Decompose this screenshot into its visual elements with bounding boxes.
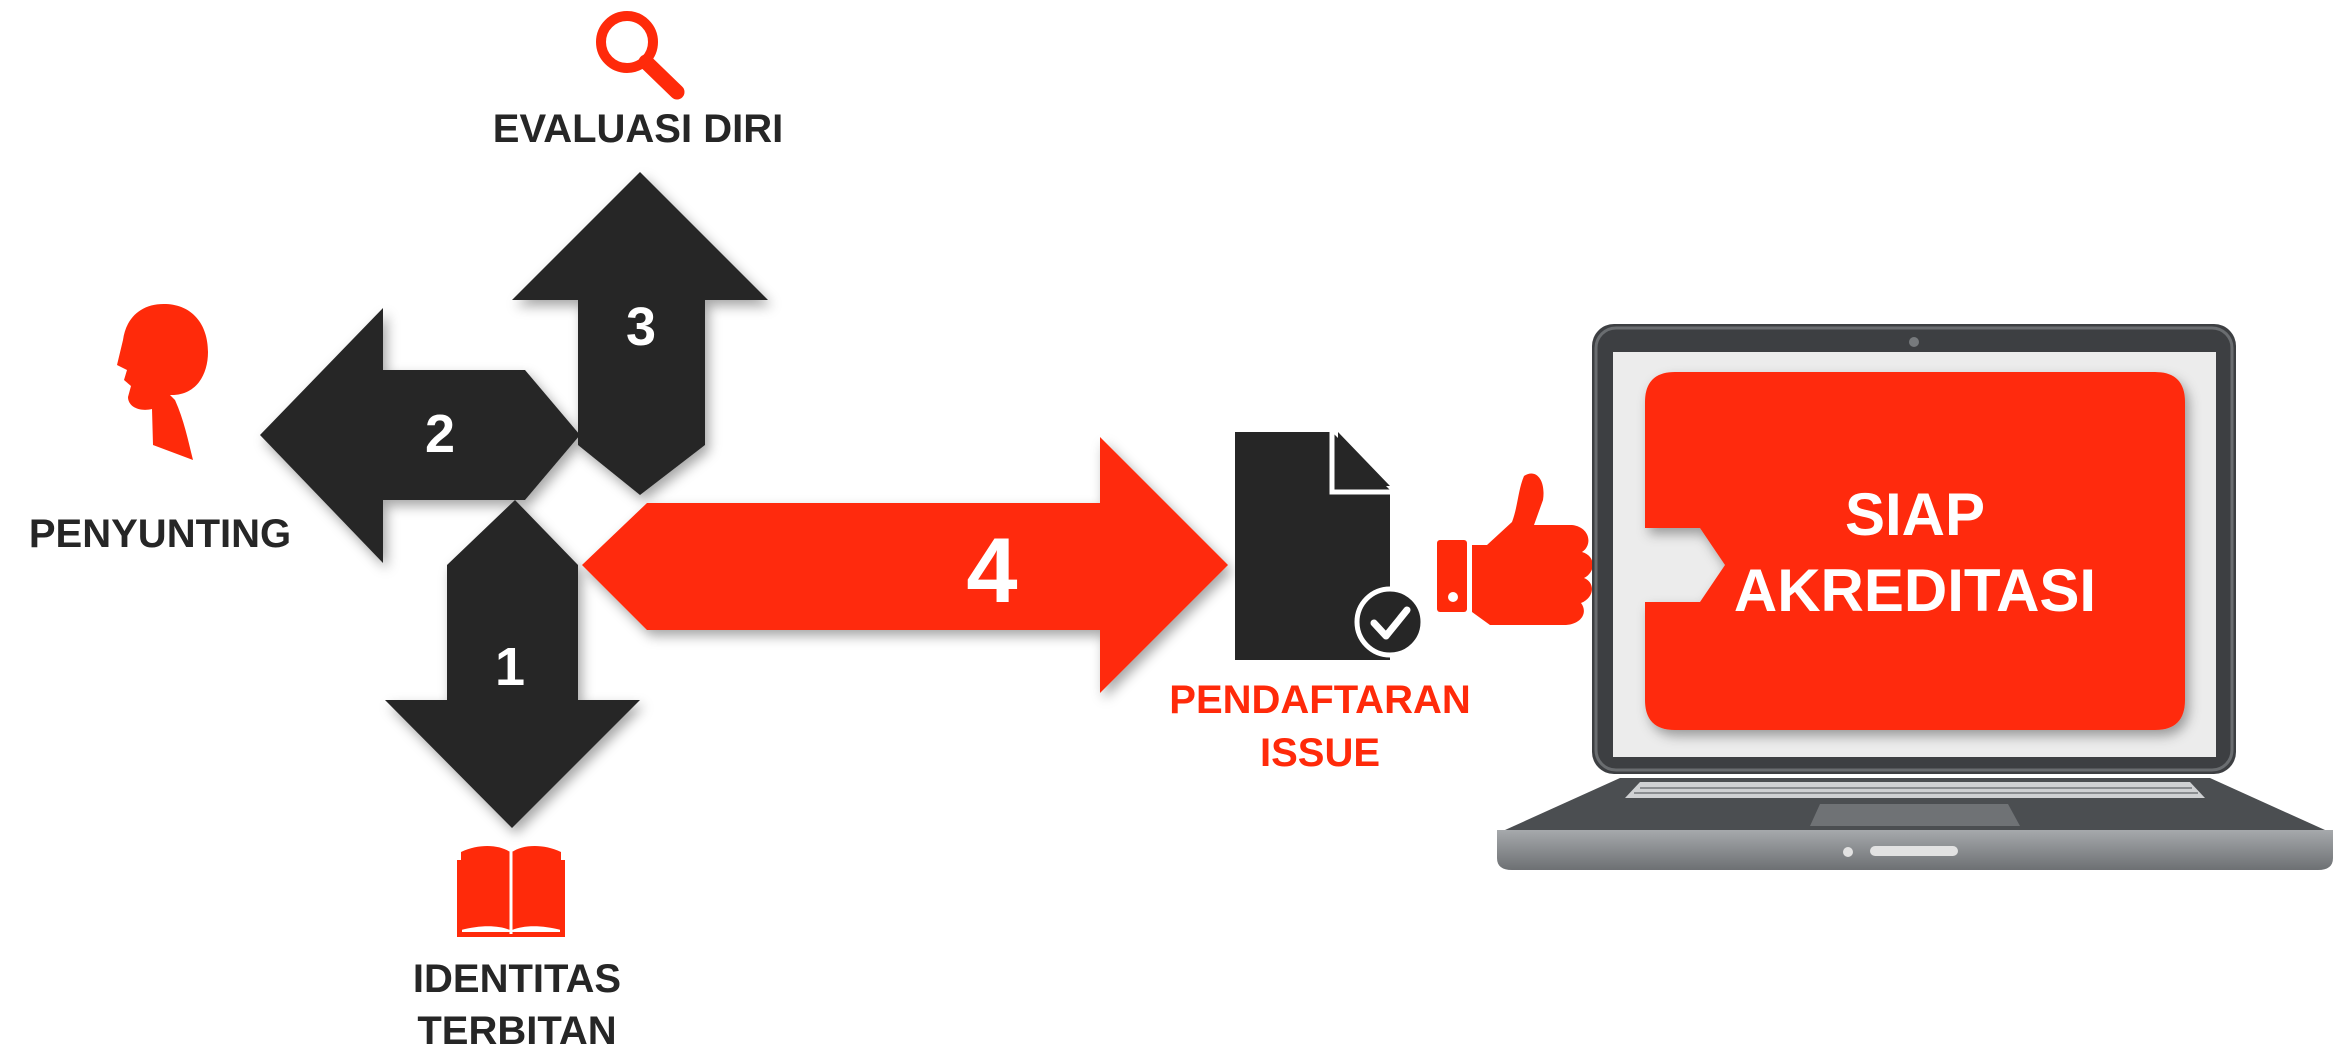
book-icon <box>457 845 565 937</box>
person-head-icon <box>117 303 208 460</box>
step-1-label-line-2: TERBITAN <box>417 1009 616 1051</box>
akreditasi-process-diagram: EVALUASI DIRI PENYUNTING 2 3 1 4 IDENTIT… <box>29 11 2333 1051</box>
step-3-number: 3 <box>626 297 656 357</box>
step-1-number: 1 <box>495 637 525 697</box>
result-label-line-1: SIAP <box>1845 481 1985 548</box>
siap-akreditasi-panel: SIAP AKREDITASI <box>1645 372 2185 730</box>
step-3-label: EVALUASI DIRI <box>493 107 783 151</box>
document-check-icon <box>1235 432 1426 660</box>
step-4-label-line-2: ISSUE <box>1260 731 1380 775</box>
thumbs-up-icon <box>1437 473 1593 625</box>
result-label-line-2: AKREDITASI <box>1734 557 2096 624</box>
step-4-label-line-1: PENDAFTARAN <box>1169 678 1470 722</box>
step-2-number: 2 <box>425 404 455 464</box>
step-4-arrow <box>582 437 1228 693</box>
step-2-label: PENYUNTING <box>29 512 291 556</box>
step-4-number: 4 <box>966 520 1017 622</box>
magnifier-icon <box>596 11 685 100</box>
step-1-label-line-1: IDENTITAS <box>413 957 621 1001</box>
